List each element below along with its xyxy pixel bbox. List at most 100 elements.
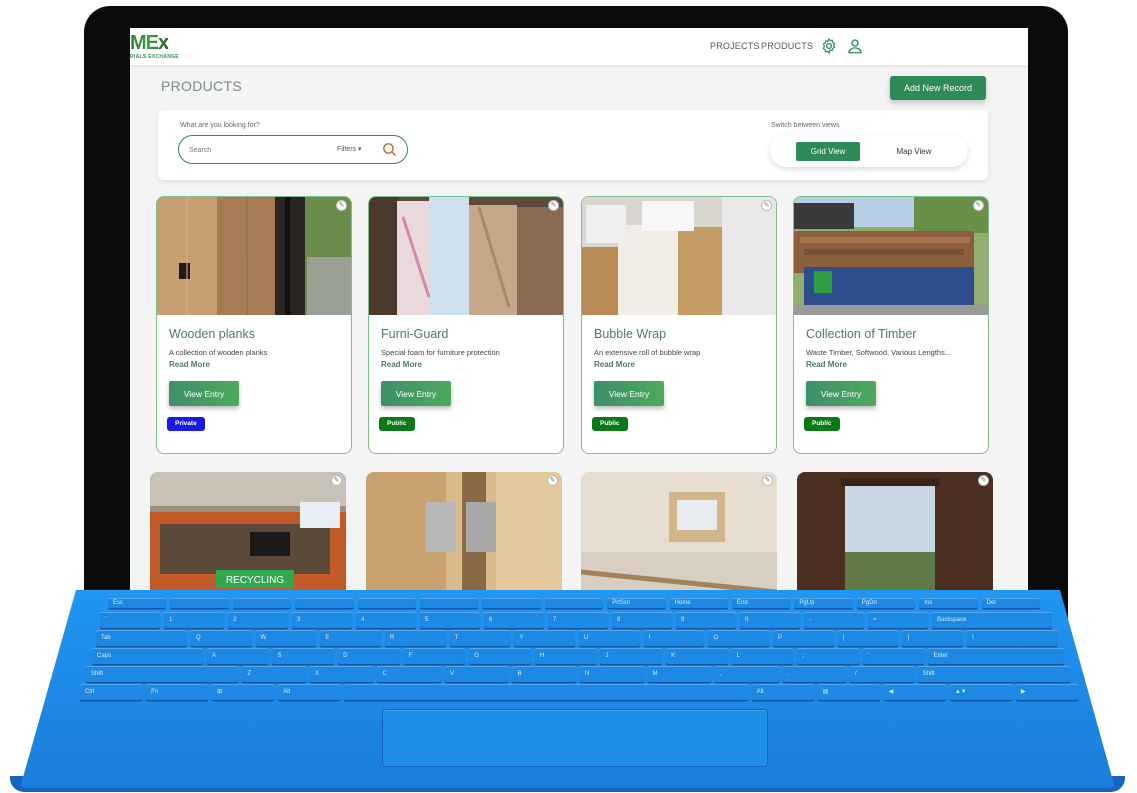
keyboard-key[interactable]: /	[850, 666, 914, 682]
keyboard-key[interactable]	[170, 598, 229, 608]
keyboard-key[interactable]: 1	[164, 612, 224, 628]
keyboard-key[interactable]: Caps	[92, 648, 203, 664]
keyboard-key[interactable]: Backspace	[932, 612, 1052, 628]
gear-icon[interactable]	[820, 37, 838, 55]
keyboard-key[interactable]: Z	[242, 666, 306, 682]
keyboard-key[interactable]: =	[868, 612, 928, 628]
keyboard-key[interactable]: Ctrl	[80, 684, 143, 700]
keyboard-key[interactable]: 6	[484, 612, 544, 628]
keyboard-key[interactable]: Shift	[917, 666, 1070, 682]
keyboard-key[interactable]: Tab	[96, 630, 187, 646]
keyboard-key[interactable]: A	[206, 648, 269, 664]
keyboard-key[interactable]: ,	[715, 666, 779, 682]
keyboard-key[interactable]: 3	[292, 612, 352, 628]
keyboard-key[interactable]: .	[782, 666, 847, 682]
nav-products[interactable]: PRODUCTS	[761, 41, 813, 51]
keyboard-key[interactable]: 0	[740, 612, 800, 628]
keyboard-key[interactable]: Enter	[928, 648, 1064, 664]
keyboard-key[interactable]	[420, 598, 479, 608]
keyboard-key[interactable]: Q	[191, 630, 252, 646]
keyboard-key[interactable]: E	[320, 630, 381, 646]
keyboard-key[interactable]: ◀	[883, 684, 946, 700]
keyboard-key[interactable]	[295, 598, 354, 608]
grid-view-button[interactable]: Grid View	[796, 142, 860, 161]
view-entry-button[interactable]: View Entry	[381, 381, 451, 406]
keyboard-key[interactable]: X	[309, 666, 374, 682]
add-new-record-button[interactable]: Add New Record	[890, 76, 986, 100]
keyboard-key[interactable]: [	[837, 630, 899, 646]
keyboard-key[interactable]: ▤	[817, 684, 880, 700]
keyboard-key[interactable]: K	[666, 648, 728, 664]
keyboard-key[interactable]	[482, 598, 541, 608]
keyboard-key[interactable]: PrtScn	[607, 598, 666, 608]
keyboard-key[interactable]	[544, 598, 604, 608]
keyboard-key[interactable]: `	[100, 612, 160, 628]
keyboard-key[interactable]: H	[534, 648, 597, 664]
edit-icon[interactable]: ✎	[978, 475, 989, 486]
keyboard-key[interactable]: W	[255, 630, 317, 646]
keyboard-key[interactable]: Esc	[108, 598, 167, 608]
trackpad[interactable]	[382, 709, 768, 767]
keyboard-key[interactable]: Alt	[751, 684, 814, 700]
user-icon[interactable]	[846, 37, 864, 55]
keyboard-key[interactable]: S	[272, 648, 335, 664]
view-entry-button[interactable]: View Entry	[594, 381, 664, 406]
keyboard-key[interactable]: Ins	[919, 598, 978, 608]
keyboard-key[interactable]: N	[580, 666, 644, 682]
keyboard-key[interactable]: Shift	[86, 666, 239, 682]
keyboard-key[interactable]: 4	[356, 612, 416, 628]
keyboard-key[interactable]: O	[708, 630, 769, 646]
keyboard-key[interactable]: ⊞	[212, 684, 275, 700]
keyboard-key[interactable]: ▶	[1015, 684, 1078, 700]
view-entry-button[interactable]: View Entry	[806, 381, 876, 406]
keyboard-key[interactable]: B	[512, 666, 576, 682]
keyboard-key[interactable]: Fn	[146, 684, 209, 700]
keyboard-key[interactable]: ;	[797, 648, 859, 664]
search-icon[interactable]	[381, 141, 398, 158]
edit-icon[interactable]: ✎	[973, 200, 984, 211]
keyboard-key[interactable]: I	[643, 630, 705, 646]
keyboard-key[interactable]: J	[600, 648, 663, 664]
read-more-link[interactable]: Read More	[381, 360, 422, 369]
keyboard-key[interactable]: -	[804, 612, 864, 628]
edit-icon[interactable]: ✎	[547, 475, 558, 486]
filters-dropdown[interactable]: Filters ▾	[337, 145, 362, 153]
keyboard-key[interactable]: R	[385, 630, 446, 646]
keyboard-key[interactable]: PgUp	[794, 598, 853, 608]
app-logo[interactable]: MEx RIALS EXCHANGE	[130, 32, 179, 60]
keyboard-key[interactable]: U	[579, 630, 640, 646]
keyboard-key[interactable]: '	[862, 648, 925, 664]
keyboard-key[interactable]: D	[338, 648, 400, 664]
edit-icon[interactable]: ✎	[548, 200, 559, 211]
read-more-link[interactable]: Read More	[594, 360, 635, 369]
nav-projects[interactable]: PROJECTS	[710, 41, 760, 51]
keyboard-key[interactable]: 7	[548, 612, 608, 628]
edit-icon[interactable]: ✎	[336, 200, 347, 211]
keyboard-key[interactable]	[344, 684, 748, 700]
keyboard-key[interactable]: 5	[420, 612, 480, 628]
keyboard-key[interactable]	[232, 598, 292, 608]
keyboard-key[interactable]: L	[731, 648, 794, 664]
keyboard-key[interactable]: Home	[669, 598, 728, 608]
keyboard-key[interactable]: 9	[676, 612, 736, 628]
keyboard-key[interactable]: C	[377, 666, 441, 682]
edit-icon[interactable]: ✎	[762, 475, 773, 486]
keyboard-key[interactable]: Y	[514, 630, 575, 646]
keyboard-key[interactable]	[357, 598, 416, 608]
search-input[interactable]	[189, 143, 319, 157]
keyboard-key[interactable]: G	[469, 648, 531, 664]
map-view-button[interactable]: Map View	[884, 142, 944, 161]
keyboard-key[interactable]: PgDn	[856, 598, 916, 608]
keyboard-key[interactable]: Alt	[278, 684, 341, 700]
read-more-link[interactable]: Read More	[169, 360, 210, 369]
keyboard-key[interactable]: V	[444, 666, 509, 682]
edit-icon[interactable]: ✎	[331, 475, 342, 486]
view-entry-button[interactable]: View Entry	[169, 381, 239, 406]
keyboard-key[interactable]: M	[647, 666, 711, 682]
keyboard-key[interactable]: T	[449, 630, 511, 646]
keyboard-key[interactable]: \	[967, 630, 1058, 646]
read-more-link[interactable]: Read More	[806, 360, 847, 369]
keyboard-key[interactable]: End	[732, 598, 791, 608]
keyboard-key[interactable]: F	[403, 648, 466, 664]
keyboard-key[interactable]: Del	[981, 598, 1040, 608]
